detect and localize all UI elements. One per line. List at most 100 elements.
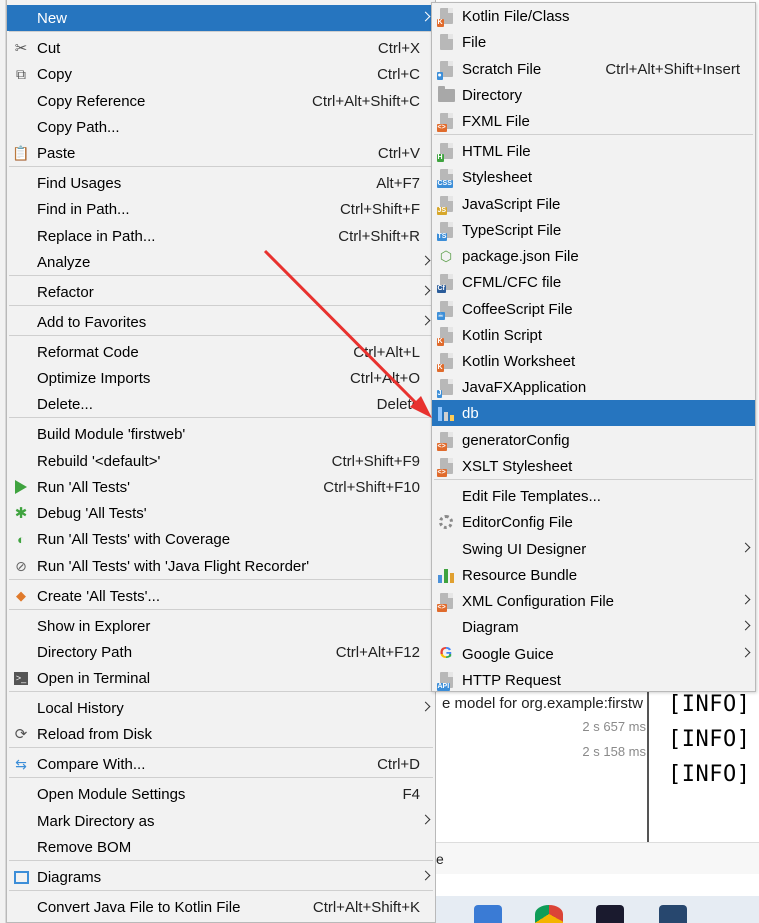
menu-item-directory-path[interactable]: Directory Path Ctrl+Alt+F12 bbox=[7, 639, 435, 665]
new-item-stylesheet[interactable]: CSS Stylesheet bbox=[432, 164, 755, 190]
html-file-icon: H bbox=[436, 142, 455, 162]
menu-item-local-history[interactable]: Local History bbox=[7, 695, 435, 721]
log-line: [INFO] bbox=[668, 762, 751, 787]
file-icon bbox=[437, 33, 455, 51]
menu-item-rebuild-default[interactable]: Rebuild '<default>' Ctrl+Shift+F9 bbox=[7, 448, 435, 474]
log-divider bbox=[647, 692, 649, 842]
js-file-icon: JS bbox=[436, 195, 455, 215]
menu-item-label: Diagram bbox=[462, 618, 519, 636]
taskbar bbox=[436, 896, 759, 923]
menu-item-analyze[interactable]: Analyze bbox=[7, 249, 435, 275]
menu-separator bbox=[9, 691, 433, 692]
run-icon bbox=[12, 478, 30, 496]
ts-file-icon: TS bbox=[436, 221, 455, 241]
new-item-javascript-file[interactable]: JS JavaScript File bbox=[432, 191, 755, 217]
api-icon: API bbox=[436, 671, 455, 691]
new-item-html-file[interactable]: H HTML File bbox=[432, 138, 755, 164]
menu-item-open-in-terminal[interactable]: >_ Open in Terminal bbox=[7, 665, 435, 691]
terminal-icon: >_ bbox=[14, 671, 28, 685]
menu-separator bbox=[9, 305, 433, 306]
menu-item-reformat-code[interactable]: Reformat Code Ctrl+Alt+L bbox=[7, 339, 435, 365]
new-item-directory[interactable]: Directory bbox=[432, 82, 755, 108]
xslt-file-icon: <> bbox=[436, 457, 455, 477]
app-icon[interactable] bbox=[659, 905, 687, 923]
menu-item-cut[interactable]: ✂ Cut Ctrl+X bbox=[7, 35, 435, 61]
debug-icon: ✱ bbox=[14, 505, 28, 522]
menu-item-convert-java-file-to-kotlin-file[interactable]: Convert Java File to Kotlin File Ctrl+Alt… bbox=[7, 894, 435, 920]
menu-item-delete[interactable]: Delete... Delete bbox=[7, 391, 435, 417]
new-item-xml-configuration-file[interactable]: <> XML Configuration File bbox=[432, 588, 755, 614]
menu-item-add-to-favorites[interactable]: Add to Favorites bbox=[7, 309, 435, 335]
new-item-http-request[interactable]: API HTTP Request bbox=[432, 667, 755, 693]
menu-item-refactor[interactable]: Refactor bbox=[7, 279, 435, 305]
css-file-icon: CSS bbox=[436, 168, 455, 188]
menu-item-run-all-tests[interactable]: Run 'All Tests' Ctrl+Shift+F10 bbox=[7, 474, 435, 500]
new-item-kotlin-worksheet[interactable]: K Kotlin Worksheet bbox=[432, 348, 755, 374]
menu-item-label: JavaScript File bbox=[462, 195, 561, 213]
menu-item-paste[interactable]: 📋 Paste Ctrl+V bbox=[7, 140, 435, 166]
new-item-resource-bundle[interactable]: Resource Bundle bbox=[432, 562, 755, 588]
new-item-package-json-file[interactable]: ⬡ package.json File bbox=[432, 243, 755, 269]
menu-item-build-module-firstweb[interactable]: Build Module 'firstweb' bbox=[7, 421, 435, 447]
menu-item-run-all-tests-with-java-flight-recorder[interactable]: ⊘ Run 'All Tests' with 'Java Flight Recor… bbox=[7, 553, 435, 579]
menu-item-label: Find Usages bbox=[37, 174, 122, 192]
new-item-scratch-file[interactable]: ● Scratch File Ctrl+Alt+Shift+Insert bbox=[432, 56, 755, 82]
new-item-fxml-file[interactable]: <> FXML File bbox=[432, 108, 755, 134]
menu-item-label: Kotlin Script bbox=[462, 326, 543, 344]
menu-item-copy-reference[interactable]: Copy Reference Ctrl+Alt+Shift+C bbox=[7, 88, 435, 114]
new-item-generatorconfig[interactable]: <> generatorConfig bbox=[432, 427, 755, 453]
menu-item-label: Create 'All Tests'... bbox=[37, 587, 160, 605]
menu-item-run-all-tests-with-coverage[interactable]: ◐ Run 'All Tests' with Coverage bbox=[7, 526, 435, 552]
new-item-db[interactable]: db bbox=[432, 400, 755, 426]
new-item-kotlin-file-class[interactable]: K Kotlin File/Class bbox=[432, 3, 755, 29]
kotlin-file-icon: K bbox=[436, 7, 455, 27]
menu-item-new[interactable]: New bbox=[7, 5, 435, 31]
menu-item-label: Swing UI Designer bbox=[462, 540, 587, 558]
menu-separator bbox=[9, 417, 433, 418]
mail-icon[interactable] bbox=[474, 905, 502, 923]
menu-item-diagrams[interactable]: Diagrams bbox=[7, 864, 435, 890]
menu-item-shortcut: Ctrl+Alt+F12 bbox=[335, 643, 420, 661]
new-item-coffeescript-file[interactable]: ☕ CoffeeScript File bbox=[432, 296, 755, 322]
menu-item-label: CFML/CFC file bbox=[462, 273, 562, 291]
menu-item-show-in-explorer[interactable]: Show in Explorer bbox=[7, 613, 435, 639]
menu-item-create-all-tests[interactable]: ◆ Create 'All Tests'... bbox=[7, 583, 435, 609]
menu-item-remove-bom[interactable]: Remove BOM bbox=[7, 834, 435, 860]
menu-item-shortcut: Ctrl+C bbox=[377, 65, 420, 83]
copy-icon: ⧉ bbox=[16, 65, 26, 82]
new-item-file[interactable]: File bbox=[432, 29, 755, 55]
menu-item-label: EditorConfig File bbox=[462, 513, 573, 531]
new-item-swing-ui-designer[interactable]: Swing UI Designer bbox=[432, 536, 755, 562]
menu-item-reload-from-disk[interactable]: ⟳ Reload from Disk bbox=[7, 721, 435, 747]
status-strip: e bbox=[436, 842, 759, 874]
new-item-edit-file-templates[interactable]: Edit File Templates... bbox=[432, 483, 755, 509]
menu-item-compare-with[interactable]: ⇆ Compare With... Ctrl+D bbox=[7, 751, 435, 777]
menu-item-replace-in-path[interactable]: Replace in Path... Ctrl+Shift+R bbox=[7, 223, 435, 249]
new-item-cfml-cfc-file[interactable]: Cf CFML/CFC file bbox=[432, 269, 755, 295]
new-item-diagram[interactable]: Diagram bbox=[432, 614, 755, 640]
new-item-kotlin-script[interactable]: K Kotlin Script bbox=[432, 322, 755, 348]
chrome-icon[interactable] bbox=[535, 905, 563, 923]
new-item-typescript-file[interactable]: TS TypeScript File bbox=[432, 217, 755, 243]
menu-item-optimize-imports[interactable]: Optimize Imports Ctrl+Alt+O bbox=[7, 365, 435, 391]
menu-item-copy[interactable]: ⧉ Copy Ctrl+C bbox=[7, 61, 435, 87]
menu-item-mark-directory-as[interactable]: Mark Directory as bbox=[7, 808, 435, 834]
log-line: [INFO] bbox=[668, 692, 751, 717]
new-item-google-guice[interactable]: G Google Guice bbox=[432, 641, 755, 667]
compare-icon: ⇆ bbox=[15, 755, 27, 772]
menu-item-find-usages[interactable]: Find Usages Alt+F7 bbox=[7, 170, 435, 196]
nodejs-icon: ⬡ bbox=[439, 247, 453, 264]
new-item-xslt-stylesheet[interactable]: <> XSLT Stylesheet bbox=[432, 453, 755, 479]
run-time-2: 2 s 158 ms bbox=[582, 744, 646, 759]
menu-item-debug-all-tests[interactable]: ✱ Debug 'All Tests' bbox=[7, 500, 435, 526]
menu-item-open-module-settings[interactable]: Open Module Settings F4 bbox=[7, 781, 435, 807]
menu-item-label: db bbox=[462, 404, 479, 422]
new-item-javafxapplication[interactable]: J JavaFXApplication bbox=[432, 374, 755, 400]
intellij-icon[interactable] bbox=[596, 905, 624, 923]
menu-item-label: XML Configuration File bbox=[462, 592, 615, 610]
menu-item-find-in-path[interactable]: Find in Path... Ctrl+Shift+F bbox=[7, 196, 435, 222]
menu-item-copy-path[interactable]: Copy Path... bbox=[7, 114, 435, 140]
menu-item-label: Optimize Imports bbox=[37, 369, 151, 387]
new-item-editorconfig-file[interactable]: EditorConfig File bbox=[432, 509, 755, 535]
chevron-right-icon bbox=[420, 285, 431, 296]
